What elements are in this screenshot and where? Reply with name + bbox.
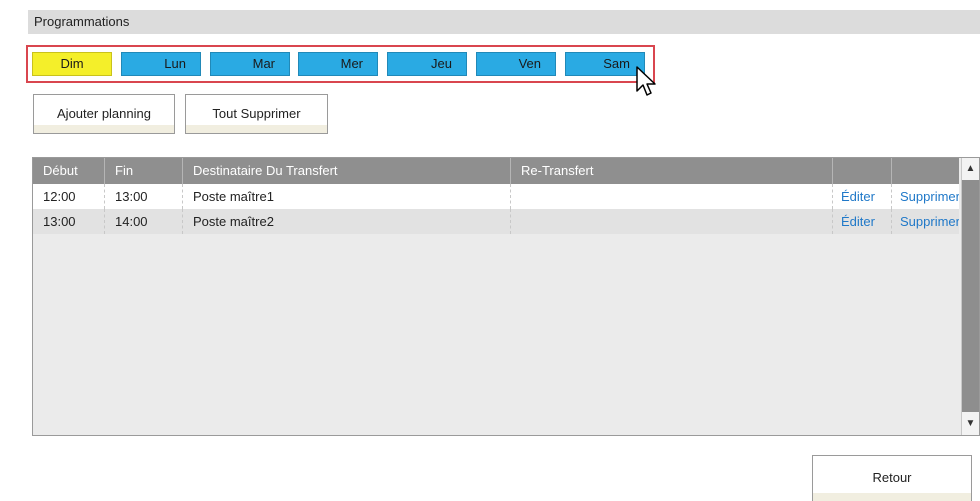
schedule-table: Début Fin Destinataire Du Transfert Re-T…	[32, 157, 980, 436]
cell-end: 13:00	[105, 184, 183, 209]
edit-link[interactable]: Éditer	[833, 209, 892, 234]
vertical-scrollbar[interactable]: ▲ ▼	[961, 158, 979, 435]
add-planning-button[interactable]: Ajouter planning	[33, 94, 175, 134]
day-tab-mer[interactable]: Mer	[298, 52, 378, 76]
day-tab-sam[interactable]: Sam	[565, 52, 645, 76]
mouse-pointer-icon	[636, 66, 656, 96]
cell-destination: Poste maître1	[183, 184, 511, 209]
table-row: 12:00 13:00 Poste maître1 Éditer Supprim…	[33, 184, 959, 209]
column-header-destination: Destinataire Du Transfert	[183, 158, 511, 184]
column-header-edit	[833, 158, 892, 184]
cell-destination: Poste maître2	[183, 209, 511, 234]
day-tab-dim[interactable]: Dim	[32, 52, 112, 76]
table-row: 13:00 14:00 Poste maître2 Éditer Supprim…	[33, 209, 959, 234]
section-title: Programmations	[34, 14, 130, 29]
cell-retransfer	[511, 184, 833, 209]
delete-link[interactable]: Supprimer	[892, 209, 959, 234]
day-tab-ven[interactable]: Ven	[476, 52, 556, 76]
table-header: Début Fin Destinataire Du Transfert Re-T…	[33, 158, 959, 184]
day-tab-lun[interactable]: Lun	[121, 52, 201, 76]
cell-end: 14:00	[105, 209, 183, 234]
edit-link[interactable]: Éditer	[833, 184, 892, 209]
day-tab-jeu[interactable]: Jeu	[387, 52, 467, 76]
delete-link[interactable]: Supprimer	[892, 184, 959, 209]
column-header-retransfer: Re-Transfert	[511, 158, 833, 184]
scroll-up-icon[interactable]: ▲	[962, 160, 979, 178]
back-button[interactable]: Retour	[812, 455, 972, 501]
column-header-start: Début	[33, 158, 105, 184]
column-header-delete	[892, 158, 959, 184]
cell-start: 12:00	[33, 184, 105, 209]
column-header-end: Fin	[105, 158, 183, 184]
delete-all-button[interactable]: Tout Supprimer	[185, 94, 328, 134]
scrollbar-thumb[interactable]	[962, 180, 979, 412]
scroll-down-icon[interactable]: ▼	[962, 415, 979, 433]
section-title-bar: Programmations	[28, 10, 980, 34]
day-tab-mar[interactable]: Mar	[210, 52, 290, 76]
cell-retransfer	[511, 209, 833, 234]
cell-start: 13:00	[33, 209, 105, 234]
